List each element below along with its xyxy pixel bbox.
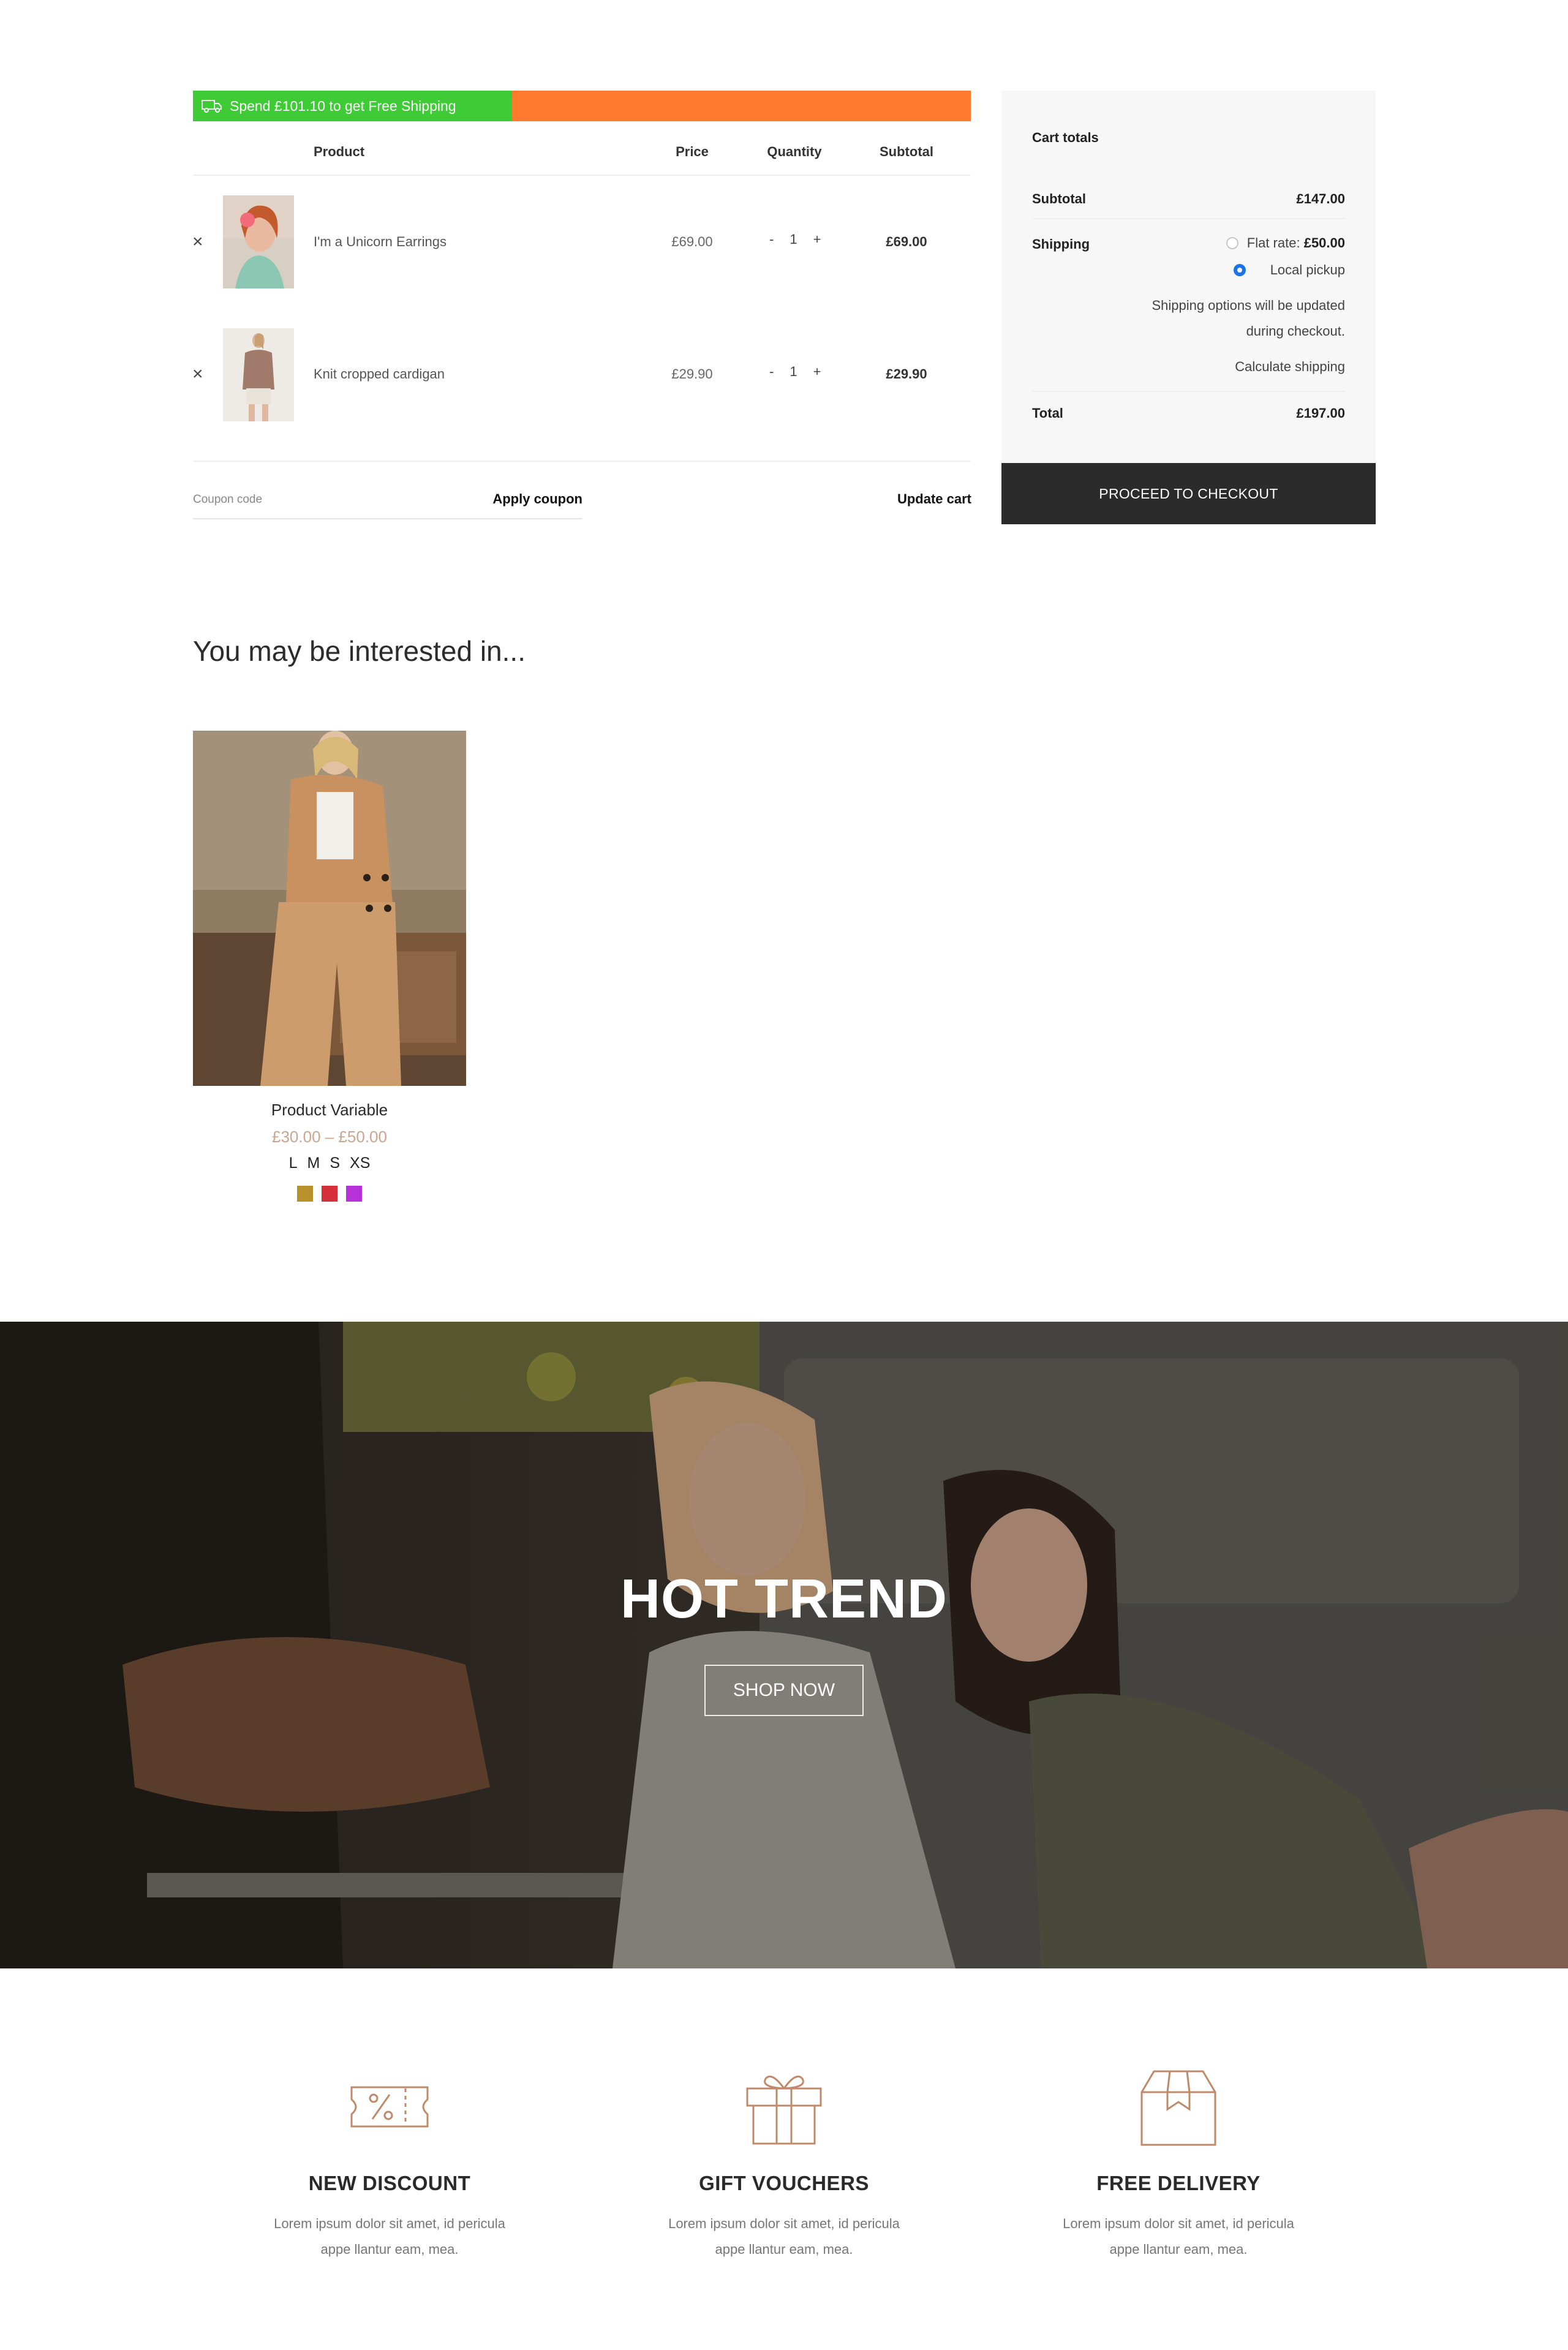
feature-gift-vouchers: GIFT VOUCHERS Lorem ipsum dolor sit amet…	[588, 2064, 980, 2262]
local-pickup-label: Local pickup	[1270, 262, 1345, 277]
size-option[interactable]: L	[289, 1154, 298, 1172]
subtotal-label: Subtotal	[1032, 191, 1086, 206]
feature-description-line: Lorem ipsum dolor sit amet, id pericula	[274, 2216, 505, 2231]
feature-title: GIFT VOUCHERS	[699, 2172, 869, 2194]
color-swatch[interactable]	[346, 1186, 362, 1202]
recommended-product-price: £30.00 – £50.00	[272, 1128, 387, 1146]
shop-now-button[interactable]: SHOP NOW	[704, 1665, 864, 1716]
hot-trend-banner	[0, 1322, 1568, 1968]
cart-item-name[interactable]: I'm a Unicorn Earrings	[314, 234, 447, 250]
column-header-product: Product	[314, 144, 365, 159]
cart-item-price: £29.90	[671, 366, 713, 382]
local-pickup-radio[interactable]	[1233, 264, 1246, 276]
recommendations-heading: You may be interested in...	[193, 635, 526, 667]
qty-plus-button[interactable]: +	[813, 364, 821, 380]
cart-item-subtotal: £69.00	[886, 234, 927, 249]
shipping-note-line-2: during checkout.	[1246, 323, 1345, 339]
shipping-label: Shipping	[1032, 236, 1090, 252]
flat-rate-value: £50.00	[1303, 235, 1345, 250]
column-header-subtotal: Subtotal	[880, 144, 933, 159]
feature-description-line: Lorem ipsum dolor sit amet, id pericula	[668, 2216, 900, 2231]
shipping-note-line-1: Shipping options will be updated	[1152, 298, 1345, 313]
product-thumbnail-earrings[interactable]	[223, 195, 294, 288]
free-shipping-text: Spend £101.10 to get Free Shipping	[230, 97, 456, 114]
feature-new-discount: NEW DISCOUNT Lorem ipsum dolor sit amet,…	[194, 2064, 586, 2262]
feature-description: Lorem ipsum dolor sit amet, id pericula …	[1035, 2211, 1322, 2262]
table-footer-divider	[193, 461, 971, 462]
quantity-stepper[interactable]: - 1 +	[769, 232, 821, 247]
coupon-code-input[interactable]	[193, 488, 450, 512]
cart-item-subtotal: £29.90	[886, 366, 927, 382]
qty-minus-button[interactable]: -	[769, 364, 774, 380]
feature-description-line: appe llantur eam, mea.	[1109, 2242, 1248, 2257]
coupon-form: Apply coupon	[193, 488, 582, 519]
flat-rate-label: Flat rate:	[1246, 235, 1300, 250]
total-value: £197.00	[1296, 405, 1345, 421]
delivery-box-icon	[1136, 2064, 1221, 2150]
remove-item-button[interactable]: ×	[192, 365, 203, 383]
quantity-stepper[interactable]: - 1 +	[769, 364, 821, 380]
discount-ticket-icon	[347, 2064, 432, 2150]
qty-minus-button[interactable]: -	[769, 232, 774, 247]
recommended-product-image[interactable]	[193, 731, 466, 1086]
shipping-option-local-pickup[interactable]: Local pickup	[1233, 262, 1345, 278]
proceed-to-checkout-button[interactable]: PROCEED TO CHECKOUT	[1001, 463, 1376, 524]
gift-icon	[741, 2064, 827, 2150]
feature-description-line: Lorem ipsum dolor sit amet, id pericula	[1063, 2216, 1294, 2231]
size-option[interactable]: M	[307, 1154, 320, 1172]
qty-value[interactable]: 1	[790, 232, 797, 247]
recommended-product-name[interactable]: Product Variable	[193, 1101, 466, 1120]
feature-description: Lorem ipsum dolor sit amet, id pericula …	[246, 2211, 533, 2262]
feature-free-delivery: FREE DELIVERY Lorem ipsum dolor sit amet…	[982, 2064, 1374, 2262]
qty-plus-button[interactable]: +	[813, 232, 821, 247]
color-swatch[interactable]	[322, 1186, 337, 1202]
feature-description: Lorem ipsum dolor sit amet, id pericula …	[640, 2211, 928, 2262]
hero-title: HOT TREND	[620, 1569, 948, 1630]
shipping-option-flat-rate[interactable]: Flat rate: £50.00	[1226, 235, 1345, 251]
size-option[interactable]: XS	[350, 1154, 370, 1172]
feature-title: NEW DISCOUNT	[308, 2172, 471, 2194]
table-header-divider	[193, 175, 971, 176]
product-thumbnail-cardigan[interactable]	[223, 328, 294, 421]
column-header-price: Price	[676, 144, 709, 159]
cart-item-price: £69.00	[671, 234, 713, 249]
size-option[interactable]: S	[330, 1154, 340, 1172]
total-label: Total	[1032, 405, 1063, 421]
totals-divider	[1032, 218, 1345, 219]
flat-rate-radio[interactable]	[1226, 237, 1238, 249]
hero-photo	[0, 1322, 1568, 1968]
free-shipping-progress-bar: Spend £101.10 to get Free Shipping	[193, 91, 971, 121]
feature-description-line: appe llantur eam, mea.	[320, 2242, 459, 2257]
cart-item-name[interactable]: Knit cropped cardigan	[314, 366, 445, 382]
totals-divider	[1032, 391, 1345, 392]
feature-title: FREE DELIVERY	[1096, 2172, 1261, 2194]
qty-value[interactable]: 1	[790, 364, 797, 380]
calculate-shipping-link[interactable]: Calculate shipping	[1235, 359, 1345, 375]
cart-totals-title: Cart totals	[1032, 130, 1099, 145]
color-swatch[interactable]	[297, 1186, 313, 1202]
truck-icon	[202, 99, 222, 113]
size-options: L M S XS	[193, 1154, 466, 1172]
cart-totals-panel: Cart totals Subtotal £147.00 Shipping Fl…	[1001, 91, 1376, 463]
feature-description-line: appe llantur eam, mea.	[715, 2242, 853, 2257]
column-header-quantity: Quantity	[767, 144, 822, 159]
apply-coupon-button[interactable]: Apply coupon	[492, 491, 582, 507]
subtotal-value: £147.00	[1296, 191, 1345, 206]
update-cart-button[interactable]: Update cart	[882, 491, 971, 507]
remove-item-button[interactable]: ×	[192, 233, 203, 251]
color-swatches	[193, 1186, 466, 1202]
